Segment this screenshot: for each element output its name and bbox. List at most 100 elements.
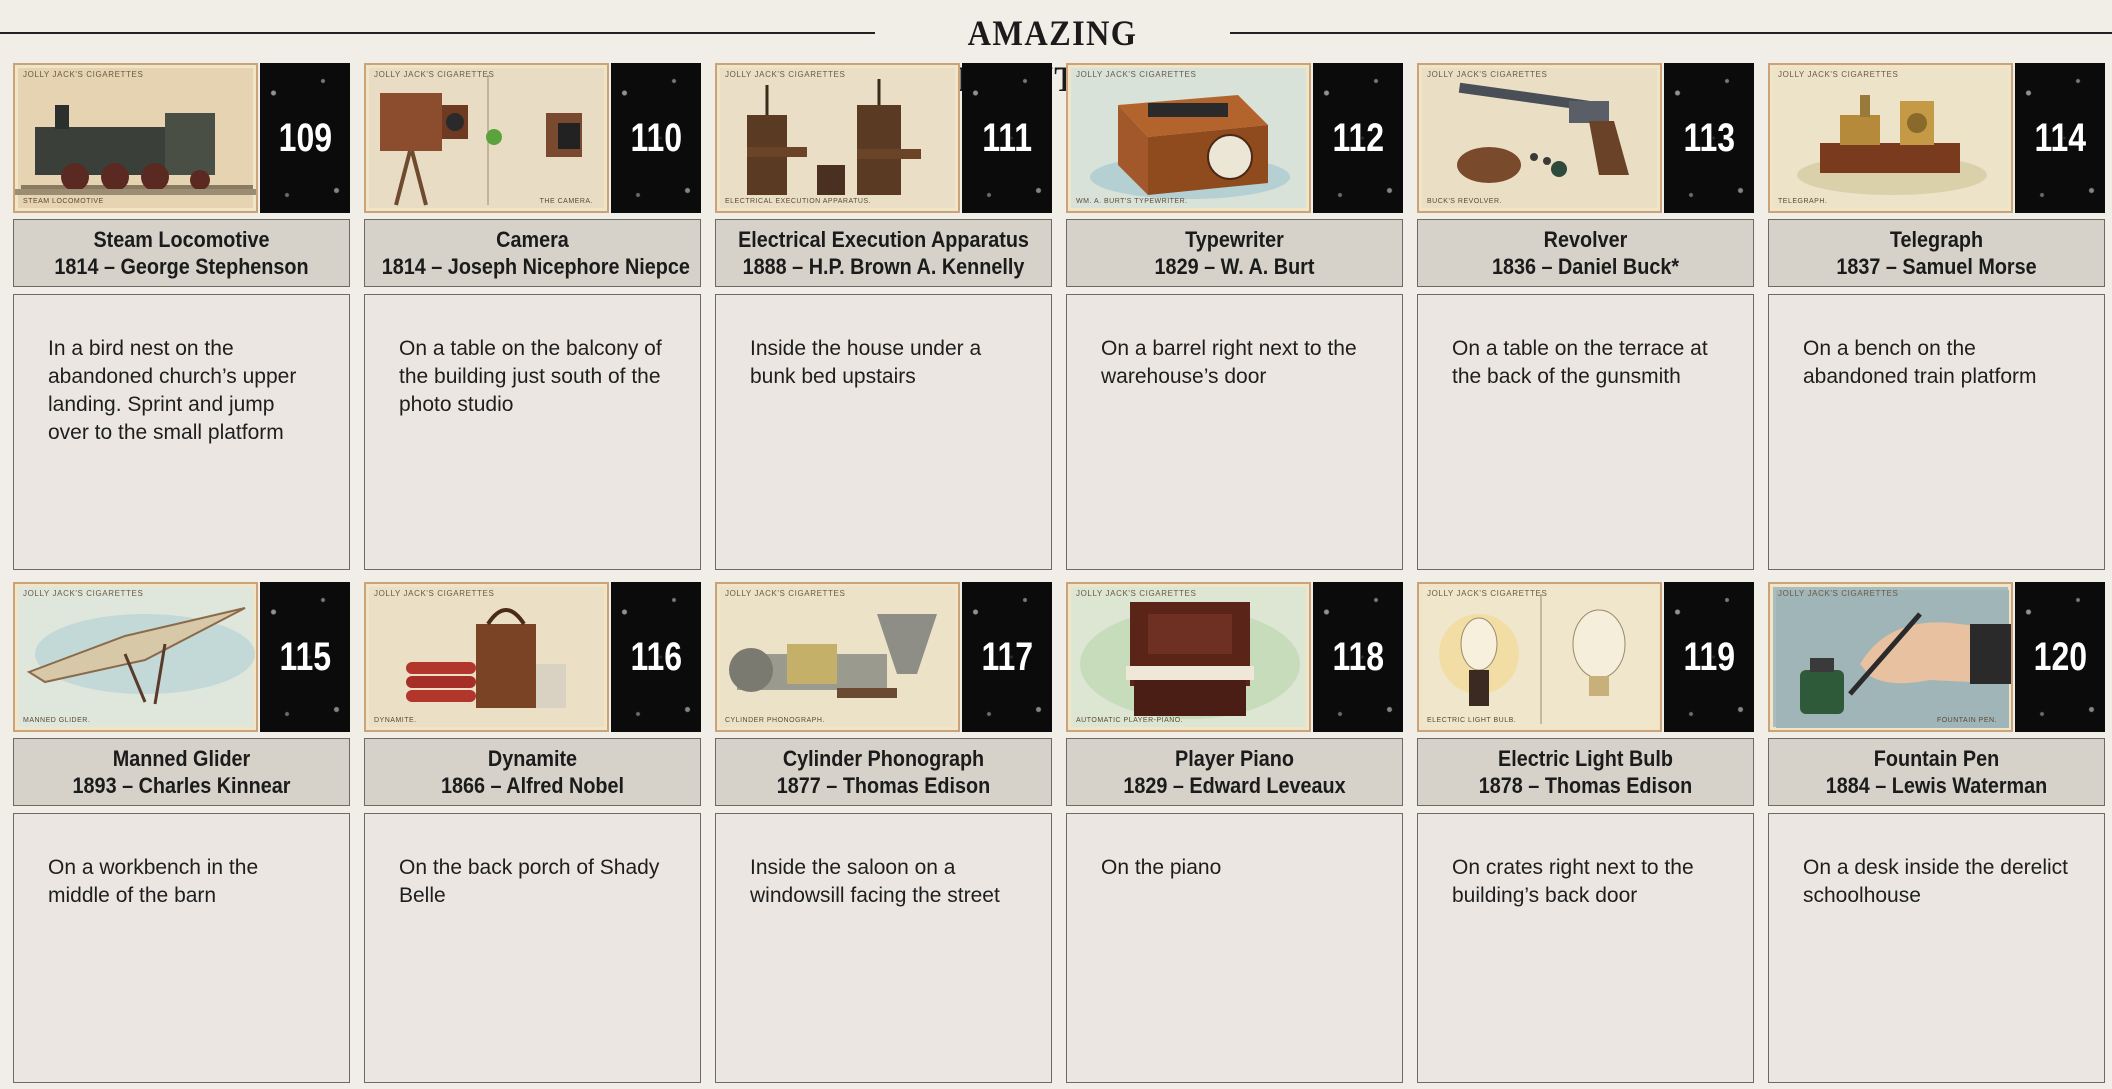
invention-name-box: Electric Light Bulb 1878 – Thomas Edison (1417, 738, 1754, 806)
card-number: 112 (1313, 63, 1403, 213)
card-number: 114 (2015, 63, 2105, 213)
card-caption: AUTOMATIC PLAYER-PIANO. (1076, 717, 1184, 724)
card-number: 110 (611, 63, 701, 213)
invention-name-box: Manned Glider 1893 – Charles Kinnear (13, 738, 350, 806)
card-brand: JOLLY JACK'S CIGARETTES (374, 589, 495, 598)
card-brand: JOLLY JACK'S CIGARETTES (1427, 589, 1548, 598)
invention-name: Telegraph (1889, 227, 1984, 252)
card-brand: JOLLY JACK'S CIGARETTES (23, 589, 144, 598)
invention-name: Cylinder Phonograph (782, 746, 985, 771)
invention-year-inventor: 1893 – Charles Kinnear (72, 773, 291, 798)
invention-name-box: Dynamite 1866 – Alfred Nobel (364, 738, 701, 806)
card-number: 115 (260, 582, 350, 732)
card-image: JOLLY JACK'S CIGARETTES ELECTRICAL EXECU… (715, 63, 960, 213)
card-image: JOLLY JACK'S CIGARETTES TELEGRAPH. (1768, 63, 2013, 213)
card-number: 120 (2015, 582, 2105, 732)
card-image: JOLLY JACK'S CIGARETTES WM. A. BURT'S TY… (1066, 63, 1311, 213)
location-description: Inside the house under a bunk bed upstai… (715, 294, 1052, 570)
card-caption: MANNED GLIDER. (23, 717, 91, 724)
card-image: JOLLY JACK'S CIGARETTES DYNAMITE. (364, 582, 609, 732)
invention-name-box: Electrical Execution Apparatus 1888 – H.… (715, 219, 1052, 287)
page-title: AMAZING INVENTIONS (943, 13, 1162, 99)
invention-name: Camera (496, 227, 569, 252)
card-brand: JOLLY JACK'S CIGARETTES (374, 70, 495, 79)
card-brand: JOLLY JACK'S CIGARETTES (1778, 589, 1899, 598)
invention-name-box: Fountain Pen 1884 – Lewis Waterman (1768, 738, 2105, 806)
card-image: JOLLY JACK'S CIGARETTES STEAM LOCOMOTIVE (13, 63, 258, 213)
page-header: AMAZING INVENTIONS (0, 10, 2112, 99)
card-brand: JOLLY JACK'S CIGARETTES (1778, 70, 1899, 79)
invention-name-box: Telegraph 1837 – Samuel Morse (1768, 219, 2105, 287)
invention-year-inventor: 1866 – Alfred Nobel (440, 773, 625, 798)
card-caption: ELECTRIC LIGHT BULB. (1427, 717, 1517, 724)
card-caption: FOUNTAIN PEN. (1936, 717, 1997, 724)
location-description: On crates right next to the building’s b… (1417, 813, 1754, 1083)
card-image: JOLLY JACK'S CIGARETTES CYLINDER PHONOGR… (715, 582, 960, 732)
invention-year-inventor: 1878 – Thomas Edison (1478, 773, 1693, 798)
card-number: 119 (1664, 582, 1754, 732)
invention-name: Manned Glider (112, 746, 251, 771)
invention-year-inventor: 1888 – H.P. Brown A. Kennelly (742, 254, 1025, 279)
typewriter-icon (1090, 95, 1290, 199)
camera-icon (380, 75, 582, 206)
electric-chair-icon (747, 79, 921, 195)
card-image: JOLLY JACK'S CIGARETTES FOUNTAIN PEN. (1768, 582, 2013, 732)
location-description: Inside the saloon on a windowsill facing… (715, 813, 1052, 1083)
card-caption: STEAM LOCOMOTIVE (23, 198, 104, 205)
invention-name: Electrical Execution Apparatus (738, 227, 1029, 252)
card-number: 111 (962, 63, 1052, 213)
piano-icon (1080, 602, 1300, 719)
invention-name: Typewriter (1185, 227, 1284, 252)
location-description: On a table on the balcony of the buildin… (364, 294, 701, 570)
card-caption: BUCK'S REVOLVER. (1427, 198, 1502, 205)
invention-name: Steam Locomotive (93, 227, 270, 252)
light-bulb-icon (1439, 594, 1626, 724)
invention-name-box: Steam Locomotive 1814 – George Stephenso… (13, 219, 350, 287)
location-description: On the back porch of Shady Belle (364, 813, 701, 1083)
card-number: 116 (611, 582, 701, 732)
card-caption: WM. A. BURT'S TYPEWRITER. (1076, 198, 1188, 205)
invention-name-box: Cylinder Phonograph 1877 – Thomas Edison (715, 738, 1052, 806)
telegraph-icon (1797, 95, 1987, 195)
header-rule-right (1230, 32, 2112, 34)
card-brand: JOLLY JACK'S CIGARETTES (1076, 589, 1197, 598)
dynamite-icon (406, 608, 566, 708)
card-image: JOLLY JACK'S CIGARETTES BUCK'S REVOLVER. (1417, 63, 1662, 213)
card-number: 117 (962, 582, 1052, 732)
card-caption: TELEGRAPH. (1778, 198, 1828, 205)
card-caption: ELECTRICAL EXECUTION APPARATUS. (725, 198, 872, 205)
card-caption: CYLINDER PHONOGRAPH. (725, 717, 825, 724)
card-number: 118 (1313, 582, 1403, 732)
header-rule-left (0, 32, 875, 34)
invention-year-inventor: 1814 – George Stephenson (54, 254, 309, 279)
location-description: On a bench on the abandoned train platfo… (1768, 294, 2105, 570)
card-caption: DYNAMITE. (374, 717, 417, 724)
card-number: 109 (260, 63, 350, 213)
card-brand: JOLLY JACK'S CIGARETTES (1076, 70, 1197, 79)
invention-year-inventor: 1877 – Thomas Edison (776, 773, 991, 798)
location-description: In a bird nest on the abandoned church’s… (13, 294, 350, 570)
card-brand: JOLLY JACK'S CIGARETTES (1427, 70, 1548, 79)
card-brand: JOLLY JACK'S CIGARETTES (23, 70, 144, 79)
location-description: On a barrel right next to the warehouse’… (1066, 294, 1403, 570)
card-image: JOLLY JACK'S CIGARETTES THE CAMERA. (364, 63, 609, 213)
invention-name: Fountain Pen (1873, 746, 2000, 771)
invention-name: Electric Light Bulb (1498, 746, 1673, 771)
invention-year-inventor: 1884 – Lewis Waterman (1825, 773, 2048, 798)
location-description: On the piano (1066, 813, 1403, 1083)
location-description: On a desk inside the derelict schoolhous… (1768, 813, 2105, 1083)
glider-icon (26, 607, 255, 705)
card-image: JOLLY JACK'S CIGARETTES AUTOMATIC PLAYER… (1066, 582, 1311, 732)
location-description: On a table on the terrace at the back of… (1417, 294, 1754, 570)
invention-year-inventor: 1837 – Samuel Morse (1836, 254, 2037, 279)
card-brand: JOLLY JACK'S CIGARETTES (725, 589, 846, 598)
invention-year-inventor: 1829 – W. A. Burt (1154, 254, 1315, 279)
card-number: 113 (1664, 63, 1754, 213)
card-image: JOLLY JACK'S CIGARETTES ELECTRIC LIGHT B… (1417, 582, 1662, 732)
location-description: On a workbench in the middle of the barn (13, 813, 350, 1083)
invention-name: Revolver (1543, 227, 1628, 252)
revolver-icon (1457, 82, 1629, 183)
card-brand: JOLLY JACK'S CIGARETTES (725, 70, 846, 79)
invention-name: Player Piano (1175, 746, 1294, 771)
card-caption: THE CAMERA. (539, 198, 593, 205)
